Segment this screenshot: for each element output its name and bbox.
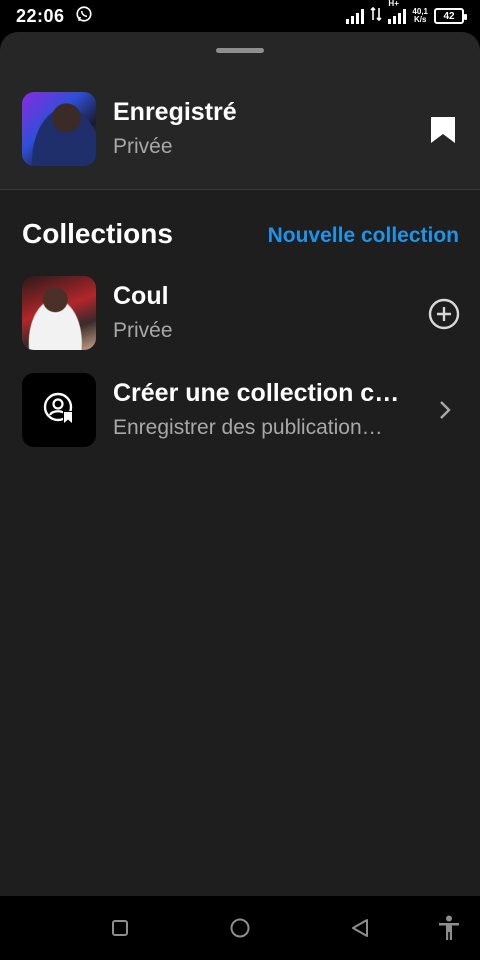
create-collection-title: Créer une collection c… — [113, 379, 400, 407]
triangle-back-icon[interactable] — [348, 916, 372, 940]
network-type: H+ — [388, 0, 399, 8]
status-time: 22:06 — [16, 5, 65, 26]
battery-level: 42 — [443, 10, 455, 22]
signal-icon — [346, 8, 365, 24]
network-speed-unit: K/s — [413, 15, 427, 24]
chevron-right-icon[interactable] — [438, 399, 452, 426]
collections-title: Collections — [22, 218, 173, 249]
collection-subtitle: Privée — [113, 319, 173, 342]
create-collection-thumbnail — [22, 373, 96, 447]
accessibility-icon[interactable] — [437, 915, 461, 940]
bookmark-icon[interactable] — [430, 116, 456, 149]
sheet-grabber[interactable] — [216, 48, 264, 53]
create-collection-item[interactable]: Créer une collection c… Enregistrer des … — [22, 373, 460, 449]
signal-hplus: H+ — [388, 0, 407, 24]
status-bar: 22:06 H+ 40,1 K/s 42 — [0, 0, 480, 32]
square-icon[interactable] — [108, 916, 132, 940]
battery-indicator: 42 — [434, 8, 467, 24]
collection-item-coul[interactable]: Coul Privée — [22, 276, 460, 352]
saved-title: Enregistré — [113, 98, 237, 126]
person-bookmark-icon — [42, 391, 76, 430]
data-transfer-icon — [370, 6, 382, 27]
create-collection-subtitle: Enregistrer des publication… — [113, 416, 383, 439]
system-nav-bar — [0, 896, 480, 960]
new-collection-button[interactable]: Nouvelle collection — [268, 224, 459, 248]
saved-subtitle: Privée — [113, 135, 173, 158]
whatsapp-icon — [75, 5, 93, 28]
add-circle-icon[interactable] — [428, 298, 460, 335]
section-divider — [0, 189, 480, 190]
collection-title: Coul — [113, 282, 169, 310]
circle-icon[interactable] — [228, 916, 252, 940]
saved-collection-row[interactable]: Enregistré Privée — [22, 92, 460, 168]
saved-thumbnail — [22, 92, 96, 166]
network-speed: 40,1 K/s — [412, 8, 428, 24]
collection-thumbnail — [22, 276, 96, 350]
